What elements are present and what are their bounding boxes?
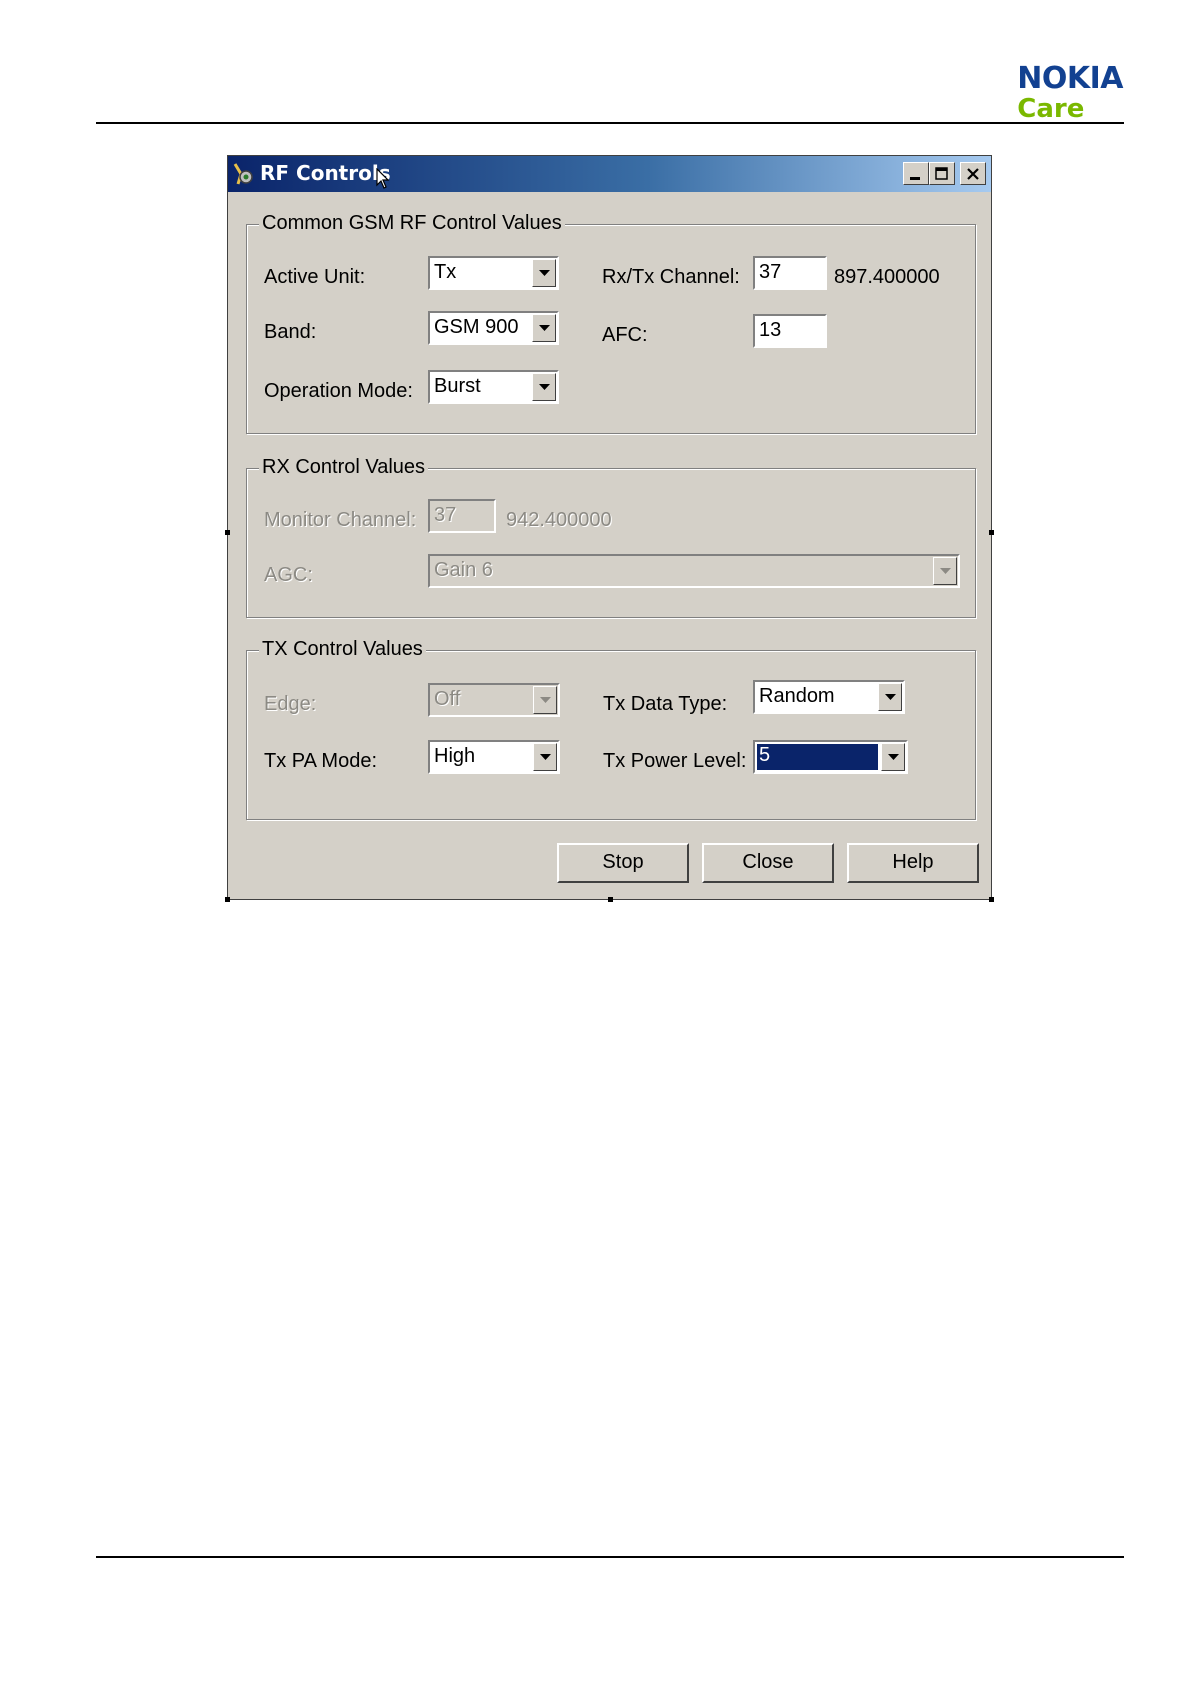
edge-label: Edge: (264, 693, 317, 715)
edge-select[interactable]: Off (428, 683, 560, 717)
chevron-down-icon (888, 754, 899, 760)
nokia-care-logo: NOKIA Care (1017, 61, 1123, 125)
header-rule (96, 122, 1124, 124)
chevron-down-icon (885, 694, 896, 700)
band-value: GSM 900 (434, 316, 519, 338)
footer-rule (96, 1556, 1124, 1558)
rx-tx-channel-value: 37 (759, 261, 782, 283)
tx-data-type-label: Tx Data Type: (603, 693, 728, 715)
monitor-channel-input[interactable]: 37 (428, 499, 496, 533)
common-group-legend: Common GSM RF Control Values (259, 212, 565, 235)
mouse-cursor-icon (376, 168, 390, 189)
tx-power-level-value: 5 (756, 743, 879, 771)
chevron-down-icon (940, 568, 951, 574)
tx-data-type-select[interactable]: Random (753, 680, 905, 714)
rf-controls-window: RF Controls Common GSM RF Control Values… (225, 155, 994, 902)
rx-tx-channel-input[interactable]: 37 (753, 256, 827, 290)
resize-handle-bottom[interactable] (608, 897, 613, 902)
close-window-button[interactable] (960, 162, 986, 185)
tx-power-level-label: Tx Power Level: (603, 750, 747, 772)
resize-handle-right[interactable] (989, 530, 994, 535)
rx-group-legend: RX Control Values (259, 456, 429, 479)
resize-handle-bottom-left[interactable] (225, 897, 230, 902)
close-button[interactable]: Close (702, 843, 834, 883)
minimize-button[interactable] (903, 162, 929, 185)
edge-value: Off (434, 688, 461, 710)
title-bar[interactable]: RF Controls (228, 156, 991, 192)
tx-power-level-dropdown-button[interactable] (881, 743, 905, 771)
agc-label: AGC: (264, 564, 313, 586)
afc-label: AFC: (602, 324, 648, 346)
agc-value: Gain 6 (434, 559, 493, 581)
monitor-channel-frequency: 942.400000 (506, 509, 612, 531)
chevron-down-icon (540, 697, 551, 703)
operation-mode-select[interactable]: Burst (428, 370, 559, 404)
tx-pa-mode-dropdown-button[interactable] (533, 743, 557, 771)
band-label: Band: (264, 321, 317, 343)
tx-group-legend: TX Control Values (259, 638, 426, 661)
agc-select[interactable]: Gain 6 (428, 554, 960, 588)
operation-mode-value: Burst (434, 375, 481, 397)
rx-tx-channel-frequency: 897.400000 (834, 266, 940, 288)
rx-tx-channel-label: Rx/Tx Channel: (602, 266, 740, 288)
agc-dropdown-button[interactable] (933, 557, 957, 585)
operation-mode-dropdown-button[interactable] (532, 373, 556, 401)
monitor-channel-label: Monitor Channel: (264, 509, 417, 531)
active-unit-value: Tx (434, 261, 457, 283)
window-title: RF Controls (260, 161, 391, 185)
tx-data-type-dropdown-button[interactable] (878, 683, 902, 711)
afc-value: 13 (759, 319, 782, 341)
tx-pa-mode-value: High (434, 745, 476, 767)
logo-care-text: Care (1017, 94, 1085, 124)
active-unit-label: Active Unit: (264, 266, 366, 288)
tx-pa-mode-label: Tx PA Mode: (264, 750, 378, 772)
afc-input[interactable]: 13 (753, 314, 827, 348)
stop-button[interactable]: Stop (557, 843, 689, 883)
resize-handle-bottom-right[interactable] (989, 897, 994, 902)
chevron-down-icon (539, 270, 550, 276)
tools-icon (233, 163, 253, 185)
chevron-down-icon (539, 384, 550, 390)
rx-control-group: RX Control Values (246, 456, 976, 618)
close-icon (967, 168, 979, 180)
active-unit-dropdown-button[interactable] (532, 259, 556, 287)
chevron-down-icon (540, 754, 551, 760)
operation-mode-label: Operation Mode: (264, 380, 413, 402)
monitor-channel-value: 37 (434, 504, 457, 526)
maximize-icon (935, 167, 948, 180)
tx-pa-mode-select[interactable]: High (428, 740, 560, 774)
edge-dropdown-button[interactable] (533, 686, 557, 714)
tx-data-type-value: Random (759, 685, 835, 707)
active-unit-select[interactable]: Tx (428, 256, 559, 290)
help-button[interactable]: Help (847, 843, 979, 883)
chevron-down-icon (539, 325, 550, 331)
logo-nokia-text: NOKIA (1017, 61, 1123, 96)
minimize-icon (910, 177, 920, 180)
band-select[interactable]: GSM 900 (428, 311, 559, 345)
band-dropdown-button[interactable] (532, 314, 556, 342)
maximize-button[interactable] (929, 162, 955, 185)
tx-power-level-select[interactable]: 5 (753, 740, 908, 774)
tx-control-group: TX Control Values (246, 638, 976, 820)
resize-handle-left[interactable] (225, 530, 230, 535)
